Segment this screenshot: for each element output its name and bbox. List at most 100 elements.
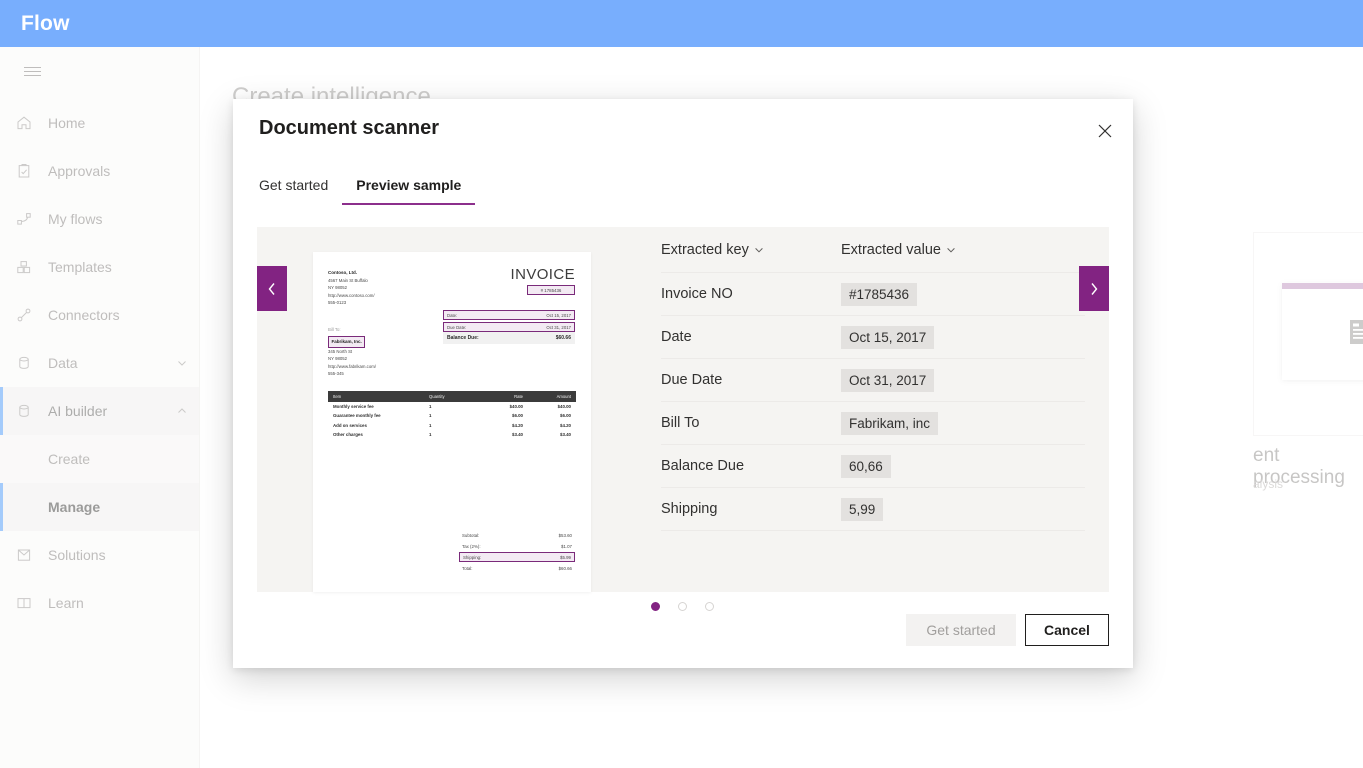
- sidebar-item-home[interactable]: Home: [0, 99, 199, 147]
- solutions-icon: [0, 547, 48, 563]
- invoice-bill-to-phone: 555-345: [328, 370, 575, 378]
- invoice-from-company: Contoso, Ltd.: [328, 270, 357, 275]
- carousel-dot-3[interactable]: [705, 602, 714, 611]
- dialog-title: Document scanner: [259, 117, 439, 140]
- invoice-total-label: Tax (2%):: [462, 544, 481, 549]
- invoice-total-tax: Tax (2%): $1.07: [459, 542, 575, 551]
- invoice-item-qty: 1: [429, 432, 475, 437]
- sidebar-label: My flows: [48, 211, 199, 227]
- invoice-item-qty: 1: [429, 423, 475, 428]
- sidebar-item-data[interactable]: Data: [0, 339, 199, 387]
- invoice-header: INVOICE # 1785436 Contoso, Ltd. 4567 Mai…: [313, 252, 591, 378]
- table-row[interactable]: Balance Due 60,66: [661, 444, 1085, 487]
- invoice-total-subtotal: Subtotal: $53.60: [459, 532, 575, 541]
- background-card[interactable]: A A: [1253, 232, 1363, 436]
- invoice-totals-block: Subtotal: $53.60 Tax (2%): $1.07 Shippin…: [459, 532, 575, 574]
- background-card-subtitle: alysis: [1253, 477, 1283, 491]
- invoice-due-value: Oct 31, 2017: [546, 325, 571, 330]
- sidebar-item-learn[interactable]: Learn: [0, 579, 199, 627]
- preview-panel: INVOICE # 1785436 Contoso, Ltd. 4567 Mai…: [257, 227, 1109, 592]
- chevron-up-icon[interactable]: [165, 405, 199, 417]
- sidebar-item-manage[interactable]: Manage: [0, 483, 199, 531]
- invoice-bill-to-highlight: Fabrikam, Inc.: [328, 336, 365, 348]
- invoice-total-shipping-highlight: Shipping: $5.99: [459, 552, 575, 563]
- sidebar-item-templates[interactable]: Templates: [0, 243, 199, 291]
- carousel-dot-2[interactable]: [678, 602, 687, 611]
- chevron-down-icon: [754, 245, 764, 255]
- invoice-item-qty: 1: [429, 404, 475, 409]
- invoice-item-name: Monthly service fee: [333, 404, 429, 409]
- carousel-dots: [651, 602, 714, 611]
- column-header-extracted-value[interactable]: Extracted value: [841, 242, 956, 258]
- extracted-value: Fabrikam, inc: [841, 412, 938, 435]
- sidebar-label: Connectors: [48, 307, 199, 323]
- carousel-dot-1[interactable]: [651, 602, 660, 611]
- sidebar-item-create[interactable]: Create: [0, 435, 199, 483]
- extracted-key: Balance Due: [661, 458, 841, 474]
- home-icon: [0, 115, 48, 131]
- extracted-key: Date: [661, 329, 841, 345]
- invoice-total-label: Shipping:: [463, 555, 481, 560]
- tab-get-started[interactable]: Get started: [259, 171, 342, 205]
- extracted-value: 5,99: [841, 498, 883, 521]
- tab-preview-sample[interactable]: Preview sample: [342, 171, 475, 205]
- hamburger-menu-icon[interactable]: [8, 47, 56, 95]
- invoice-item-rate: $4.20: [475, 423, 523, 428]
- carousel-next-button[interactable]: [1079, 266, 1109, 311]
- invoice-item-amount: $40.00: [523, 404, 571, 409]
- sidebar-item-solutions[interactable]: Solutions: [0, 531, 199, 579]
- invoice-bill-to-url: http://www.fabrikam.com/: [328, 363, 575, 371]
- column-header-extracted-key[interactable]: Extracted key: [661, 242, 841, 258]
- invoice-item-amount: $6.00: [523, 413, 571, 418]
- column-header-label: Extracted value: [841, 242, 941, 258]
- invoice-col-amount: Amount: [523, 394, 571, 399]
- invoice-due-row-highlight: Due Date: Oct 31, 2017: [443, 322, 575, 332]
- table-row[interactable]: Bill To Fabrikam, inc: [661, 401, 1085, 444]
- invoice-doc-title: INVOICE: [511, 266, 575, 283]
- invoice-line-item-row: Add on services 1 $4.20 $4.20: [328, 421, 576, 430]
- table-row[interactable]: Invoice NO #1785436: [661, 272, 1085, 315]
- invoice-line-item-row: Guarantee monthly fee 1 $6.00 $6.00: [328, 411, 576, 420]
- table-row[interactable]: Date Oct 15, 2017: [661, 315, 1085, 358]
- sidebar-item-connectors[interactable]: Connectors: [0, 291, 199, 339]
- hamburger-line: [24, 67, 41, 68]
- invoice-item-rate: $40.00: [475, 404, 523, 409]
- sidebar-item-ai-builder[interactable]: AI builder: [0, 387, 199, 435]
- table-row[interactable]: Shipping 5,99: [661, 487, 1085, 530]
- table-row[interactable]: Due Date Oct 31, 2017: [661, 358, 1085, 401]
- carousel-prev-button[interactable]: [257, 266, 287, 311]
- sidebar-label: Home: [48, 115, 199, 131]
- extracted-value: Oct 31, 2017: [841, 369, 934, 392]
- invoice-total-value: $53.60: [559, 533, 572, 538]
- sidebar-label: Approvals: [48, 163, 199, 179]
- hamburger-line: [24, 75, 41, 76]
- sidebar-item-approvals[interactable]: Approvals: [0, 147, 199, 195]
- sidebar-label: Manage: [48, 499, 199, 515]
- sidebar-label: Solutions: [48, 547, 199, 563]
- column-header-label: Extracted key: [661, 242, 749, 258]
- dialog-tabs: Get started Preview sample: [259, 171, 475, 205]
- invoice-due-label: Due Date:: [447, 325, 466, 330]
- extracted-key: Due Date: [661, 372, 841, 388]
- invoice-thumbnail[interactable]: INVOICE # 1785436 Contoso, Ltd. 4567 Mai…: [313, 252, 591, 592]
- invoice-total-value: $1.07: [561, 544, 572, 549]
- close-icon[interactable]: [1090, 116, 1120, 146]
- invoice-item-rate: $3.40: [475, 432, 523, 437]
- invoice-col-quantity: Quantity: [429, 394, 475, 399]
- background-card-icon-group: A A: [1282, 289, 1363, 380]
- invoice-date-row-highlight: Date: Oct 15, 2017: [443, 310, 575, 320]
- connectors-icon: [0, 307, 48, 323]
- chevron-down-icon: [946, 245, 956, 255]
- hamburger-line: [24, 71, 41, 72]
- cancel-button[interactable]: Cancel: [1025, 614, 1109, 646]
- invoice-item-name: Other charges: [333, 432, 429, 437]
- sidebar-item-my-flows[interactable]: My flows: [0, 195, 199, 243]
- invoice-total-value: $60.66: [559, 566, 572, 571]
- invoice-balance-label: Balance Due:: [447, 335, 479, 341]
- invoice-bill-to-city: NY 98052: [328, 355, 575, 363]
- chevron-down-icon[interactable]: [165, 357, 199, 369]
- invoice-total-value: $5.99: [560, 555, 571, 560]
- get-started-button[interactable]: Get started: [906, 614, 1016, 646]
- extracted-key: Shipping: [661, 501, 841, 517]
- invoice-item-rate: $6.00: [475, 413, 523, 418]
